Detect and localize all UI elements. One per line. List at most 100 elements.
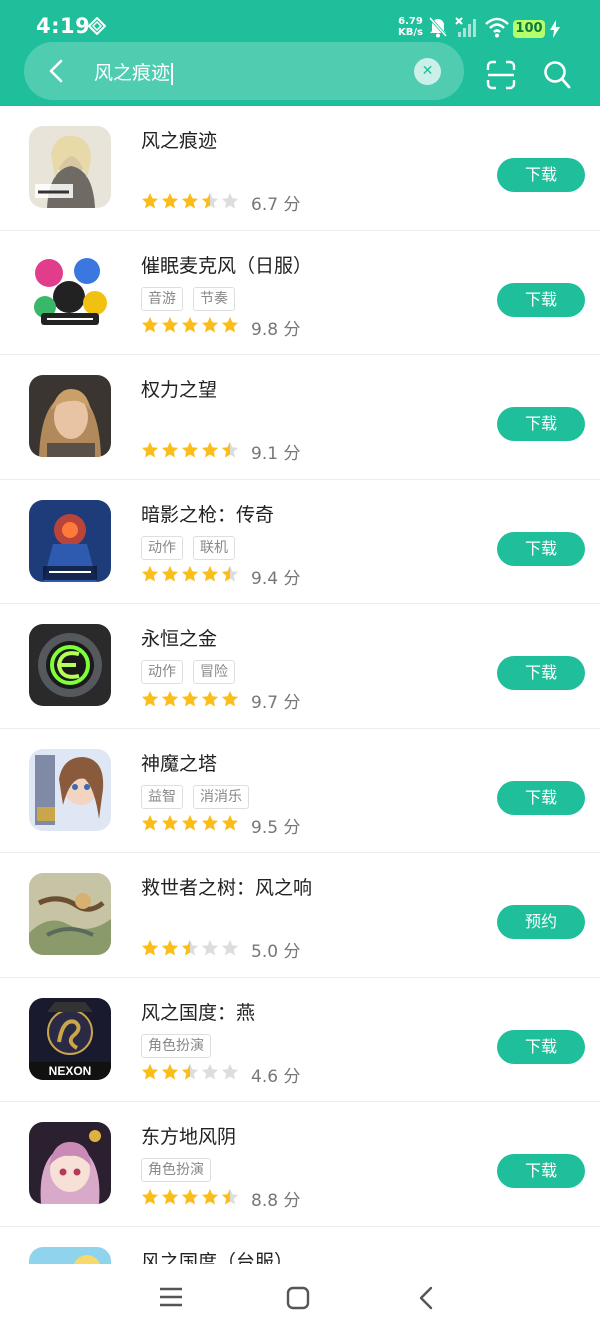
game-name[interactable]: 权力之望 (141, 375, 217, 402)
download-button[interactable]: 下载 (497, 282, 585, 317)
scan-icon[interactable] (486, 60, 516, 90)
rating: 9.1 分 (141, 439, 301, 464)
game-tag: 角色扮演 (141, 1033, 211, 1058)
star-rating (141, 939, 241, 961)
game-tags: 角色扮演 (141, 1158, 221, 1182)
star-full-icon (181, 192, 199, 208)
star-half-icon (201, 192, 219, 208)
rating-score: 9.5 分 (251, 817, 301, 838)
game-name[interactable]: 暗影之枪：传奇 (141, 500, 274, 527)
game-name[interactable]: 救世者之树：风之响 (141, 873, 312, 900)
game-name[interactable]: 永恒之金 (141, 624, 217, 651)
result-item[interactable]: 救世者之树：风之响 5.0 分 预约 (0, 853, 600, 978)
download-button[interactable]: 下载 (497, 656, 585, 690)
game-tag: 动作 (141, 660, 183, 684)
result-item[interactable]: 神魔之塔益智 消消乐 9.5 分 下载 (0, 729, 600, 853)
game-icon-hypnosis[interactable] (29, 250, 111, 333)
star-full-icon (181, 565, 199, 582)
star-rating (141, 565, 241, 587)
game-tag: 消消乐 (193, 784, 249, 809)
rating-score: 4.6 分 (251, 1066, 301, 1087)
rating: 8.8 分 (141, 1186, 300, 1211)
star-empty-icon (201, 1063, 219, 1080)
star-full-icon (141, 1063, 159, 1080)
game-icon-fengzhiguodu-tw[interactable] (29, 1246, 111, 1264)
star-rating (141, 814, 241, 836)
game-name[interactable]: 风之国度（台服） (141, 1247, 293, 1265)
star-full-icon (161, 1188, 179, 1204)
star-full-icon (221, 814, 239, 831)
search-result-list[interactable]: 风之痕迹 6.7 分下载 催眠麦克风（日服） 音游 节奏 9.8 分下载 权力之望 9.1 分… (0, 106, 600, 1264)
game-tag: 角色扮演 (141, 1158, 211, 1182)
star-full-icon (141, 565, 159, 582)
result-item[interactable]: 权力之望 9.1 分 下载 (0, 355, 600, 480)
game-name[interactable]: 神魔之塔 (141, 749, 217, 776)
battery-level: 100 (513, 20, 545, 38)
star-full-icon (141, 441, 159, 457)
wifi-icon (485, 17, 509, 38)
download-button[interactable]: 下载 (497, 780, 585, 815)
star-full-icon (161, 1063, 179, 1080)
search-query-text: 风之痕迹 (94, 62, 171, 84)
result-item[interactable]: 风之痕迹 6.7 分 下载 (0, 106, 600, 231)
result-item[interactable]: 东方地风阴角色扮演 8.8 分 下载 (0, 1102, 600, 1227)
star-full-icon (181, 814, 199, 831)
game-icon-nexon[interactable]: NEXON (29, 997, 111, 1080)
star-full-icon (141, 690, 159, 706)
back-icon[interactable] (416, 1286, 436, 1310)
back-arrow-icon[interactable] (44, 58, 70, 84)
game-tags: 益智 消消乐 (141, 784, 259, 809)
download-button[interactable]: 下载 (497, 531, 585, 566)
download-button[interactable]: 下载 (497, 407, 585, 441)
game-icon-shadowgun[interactable] (29, 499, 111, 582)
download-button[interactable]: 下载 (497, 1154, 585, 1188)
game-icon-quanli[interactable] (29, 375, 111, 457)
game-icon-dongfang[interactable] (29, 1122, 111, 1204)
game-icon-fengzhi[interactable] (29, 126, 111, 208)
star-full-icon (141, 192, 159, 208)
game-icon-shenmo[interactable] (29, 748, 111, 831)
game-name[interactable]: 风之国度：燕 (141, 998, 255, 1025)
rating: 9.4 分 (141, 564, 300, 589)
rating-score: 9.8 分 (251, 319, 301, 340)
menu-icon[interactable] (159, 1286, 183, 1308)
star-full-icon (161, 441, 179, 457)
star-full-icon (161, 939, 179, 955)
result-item[interactable]: 永恒之金 动作 冒险 9.7 分 下载 (0, 604, 600, 729)
star-full-icon (161, 192, 179, 208)
download-button[interactable]: 下载 (497, 1029, 585, 1064)
star-full-icon (181, 316, 199, 333)
rating-score: 9.1 分 (251, 444, 301, 464)
mute-bell-icon (428, 17, 448, 38)
clear-search-button[interactable]: ✕ (414, 58, 441, 85)
download-button[interactable]: 下载 (497, 158, 585, 192)
search-icon[interactable] (543, 60, 571, 90)
star-full-icon (201, 814, 219, 831)
game-name[interactable]: 东方地风阴 (141, 1122, 236, 1149)
game-tag: 动作 (141, 535, 183, 560)
reserve-button[interactable]: 预约 (497, 905, 585, 939)
search-box[interactable]: 风之痕迹 ✕ (24, 42, 464, 100)
svg-text:NEXON: NEXON (49, 1064, 92, 1078)
result-item[interactable]: 暗影之枪：传奇 动作 联机 9.4 分 下载 (0, 480, 600, 604)
game-name[interactable]: 风之痕迹 (141, 126, 217, 153)
game-tag: 联机 (193, 535, 235, 560)
system-nav-bar (0, 1264, 600, 1333)
app-header: 4:19 6.79 KB/s 100 风之痕迹 ✕ (0, 0, 600, 106)
star-full-icon (141, 939, 159, 955)
search-input[interactable]: 风之痕迹 (94, 58, 174, 85)
home-icon[interactable] (286, 1286, 310, 1310)
star-rating (141, 192, 241, 214)
star-empty-icon (221, 1063, 239, 1080)
star-full-icon (201, 565, 219, 582)
game-icon-jiushizhe[interactable] (29, 873, 111, 955)
signal-icon (455, 17, 476, 37)
game-name[interactable]: 催眠麦克风（日服） (141, 251, 312, 278)
star-half-icon (181, 1063, 199, 1080)
rating: 4.6 分 (141, 1062, 301, 1087)
result-item[interactable]: 风之国度（台服） (0, 1227, 600, 1265)
star-half-icon (221, 1188, 239, 1204)
result-item[interactable]: NEXON 风之国度：燕 角色扮演 4.6 分 下载 (0, 978, 600, 1102)
result-item[interactable]: 催眠麦克风（日服） 音游 节奏 9.8 分 下载 (0, 231, 600, 355)
game-icon-yongheng[interactable] (29, 624, 111, 706)
